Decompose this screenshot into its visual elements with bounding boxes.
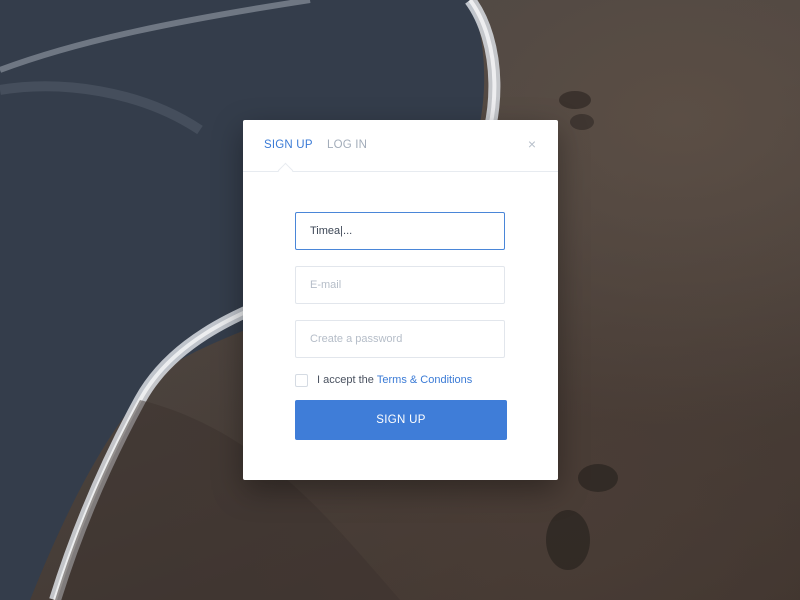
modal-header: SIGN UP LOG IN × [243,120,558,179]
terms-link[interactable]: Terms & Conditions [377,374,472,386]
close-icon[interactable]: × [526,137,538,151]
accept-terms-checkbox[interactable] [295,373,308,387]
name-field[interactable] [295,212,505,250]
tab-signup[interactable]: SIGN UP [264,139,313,151]
accept-text: I accept the [317,374,374,386]
signup-button[interactable]: SIGN UP [295,400,507,440]
tab-login[interactable]: LOG IN [327,139,367,151]
email-field[interactable] [295,266,505,304]
active-tab-indicator [277,162,294,179]
signup-modal: SIGN UP LOG IN × I accept the Terms & Co… [243,120,558,480]
password-field[interactable] [295,320,505,358]
terms-row: I accept the Terms & Conditions [295,373,472,387]
